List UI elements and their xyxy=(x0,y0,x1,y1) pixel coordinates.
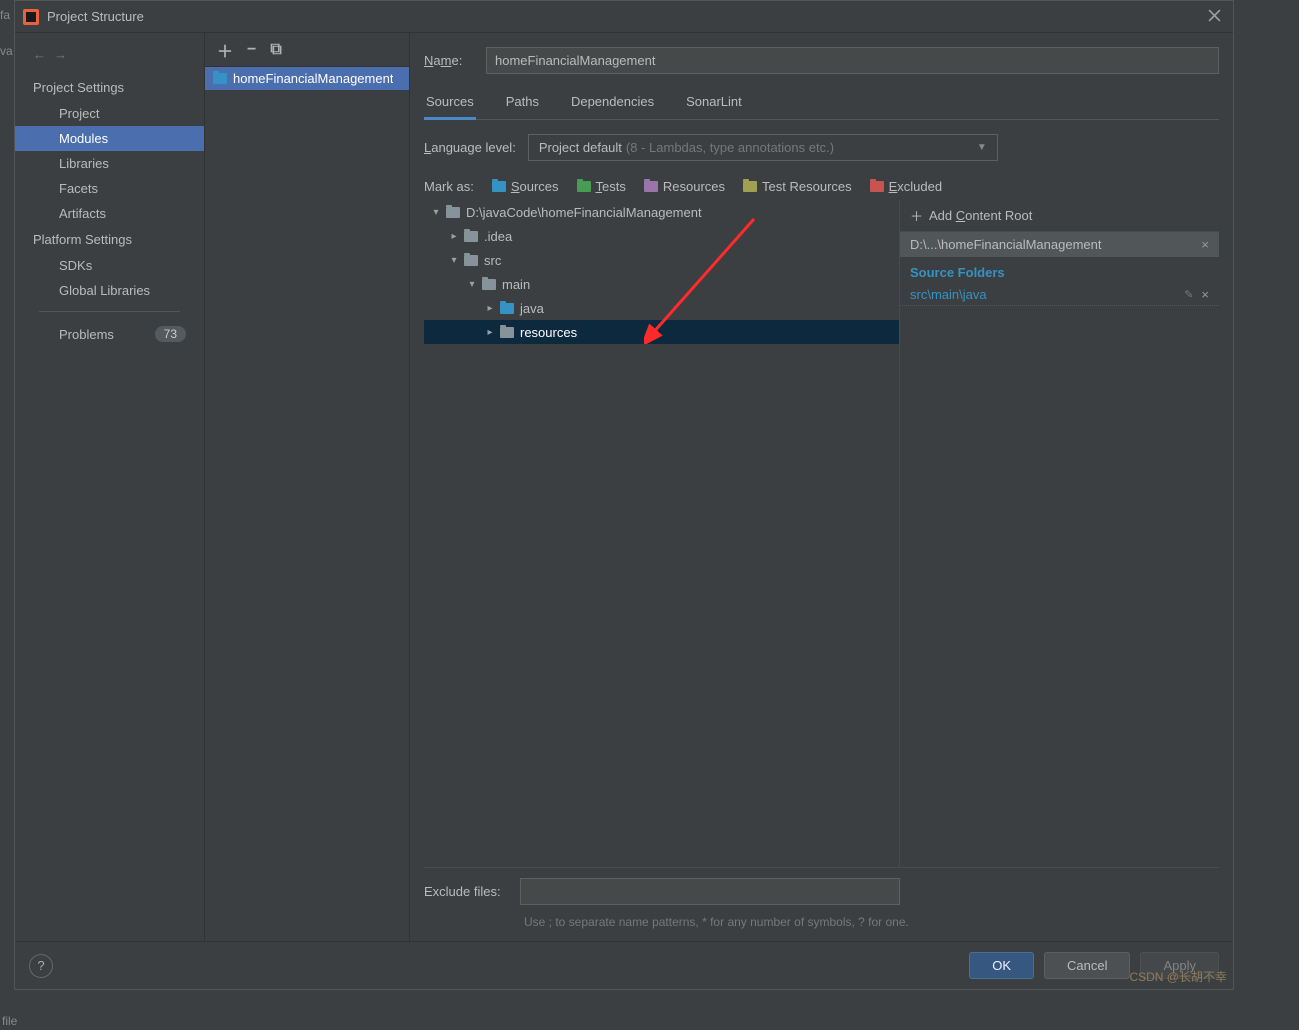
nav-artifacts[interactable]: Artifacts xyxy=(15,201,204,226)
tab-sonarlint[interactable]: SonarLint xyxy=(684,88,744,119)
remove-content-root-icon[interactable]: × xyxy=(1201,237,1209,252)
tree-label: .idea xyxy=(484,229,512,244)
name-input[interactable] xyxy=(486,47,1219,74)
edit-source-folder-icon[interactable]: ✎ xyxy=(1184,288,1193,301)
source-folder-row[interactable]: src\main\java ✎ × xyxy=(900,284,1219,306)
tests-folder-icon xyxy=(577,181,591,192)
nav-project[interactable]: Project xyxy=(15,101,204,126)
module-item-home[interactable]: homeFinancialManagement xyxy=(205,67,409,90)
tree-row-java[interactable]: ▸ java xyxy=(424,296,899,320)
module-list-panel: ＋ − ⧉ homeFinancialManagement xyxy=(205,33,410,941)
name-label: Name: xyxy=(424,53,474,68)
tree-row-src[interactable]: ▾ src xyxy=(424,248,899,272)
tree-label: main xyxy=(502,277,530,292)
folder-icon xyxy=(482,279,496,290)
tree-row-idea[interactable]: ▸ .idea xyxy=(424,224,899,248)
source-folder-path: src\main\java xyxy=(910,287,987,302)
sources-folder-icon xyxy=(492,181,506,192)
nav-global-libraries[interactable]: Global Libraries xyxy=(15,278,204,303)
problems-count-badge: 73 xyxy=(155,326,186,342)
close-icon[interactable] xyxy=(1204,5,1225,29)
dialog-title: Project Structure xyxy=(47,9,144,24)
mark-test-resources[interactable]: Test Resources xyxy=(743,179,852,194)
language-level-value: Project default xyxy=(539,140,622,155)
module-name: homeFinancialManagement xyxy=(233,71,393,86)
nav-problems[interactable]: Problems 73 xyxy=(15,320,204,348)
module-tabs: Sources Paths Dependencies SonarLint xyxy=(424,88,1219,120)
section-project-settings: Project Settings xyxy=(15,74,204,101)
nav-modules[interactable]: Modules xyxy=(15,126,204,151)
nav-forward-icon[interactable]: → xyxy=(54,47,67,62)
tab-sources[interactable]: Sources xyxy=(424,88,476,119)
tab-paths[interactable]: Paths xyxy=(504,88,541,119)
mark-sources[interactable]: Sources xyxy=(492,179,559,194)
exclude-files-label: Exclude files: xyxy=(424,884,510,899)
tree-row-root[interactable]: ▾ D:\javaCode\homeFinancialManagement xyxy=(424,200,899,224)
add-content-root-button[interactable]: ＋ Add Content Root xyxy=(900,200,1219,232)
mark-as-label: Mark as: xyxy=(424,179,474,194)
plus-icon: ＋ xyxy=(910,206,923,225)
resources-folder-icon xyxy=(644,181,658,192)
copy-module-icon[interactable]: ⧉ xyxy=(270,41,281,59)
add-module-icon[interactable]: ＋ xyxy=(217,38,233,62)
language-level-label: Language level: xyxy=(424,140,516,155)
folder-icon xyxy=(464,255,478,266)
folder-icon xyxy=(464,231,478,242)
nav-back-icon[interactable]: ← xyxy=(33,47,46,62)
source-folders-header: Source Folders xyxy=(900,257,1219,284)
tree-row-main[interactable]: ▾ main xyxy=(424,272,899,296)
folder-icon xyxy=(446,207,460,218)
exclude-files-input[interactable] xyxy=(520,878,900,905)
tree-label: java xyxy=(520,301,544,316)
test-resources-folder-icon xyxy=(743,181,757,192)
tree-label: D:\javaCode\homeFinancialManagement xyxy=(466,205,702,220)
folder-icon xyxy=(500,327,514,338)
sidebar: ← → Project Settings Project Modules Lib… xyxy=(15,33,205,941)
mark-resources[interactable]: Resources xyxy=(644,179,725,194)
language-level-select[interactable]: Project default (8 - Lambdas, type annot… xyxy=(528,134,998,161)
app-icon xyxy=(23,9,39,25)
help-icon[interactable]: ? xyxy=(29,954,53,978)
mark-tests[interactable]: Tests xyxy=(577,179,626,194)
content-roots-panel: ＋ Add Content Root D:\...\homeFinancialM… xyxy=(899,200,1219,867)
truncated-editor-text: file xyxy=(2,1014,17,1028)
chevron-down-icon: ▼ xyxy=(977,142,987,153)
content-root-path: D:\...\homeFinancialManagement xyxy=(910,237,1101,252)
titlebar: Project Structure xyxy=(15,1,1233,33)
language-level-hint: (8 - Lambdas, type annotations etc.) xyxy=(626,140,834,155)
excluded-folder-icon xyxy=(870,181,884,192)
tree-label: resources xyxy=(520,325,577,340)
main-panel: Name: Sources Paths Dependencies SonarLi… xyxy=(410,33,1233,941)
tree-row-resources[interactable]: ▸ resources xyxy=(424,320,899,344)
watermark: CSDN @长胡不幸 xyxy=(1129,968,1227,985)
tab-dependencies[interactable]: Dependencies xyxy=(569,88,656,119)
nav-libraries[interactable]: Libraries xyxy=(15,151,204,176)
module-folder-icon xyxy=(213,73,227,84)
exclude-files-hint: Use ; to separate name patterns, * for a… xyxy=(424,915,1024,941)
mark-excluded[interactable]: Excluded xyxy=(870,179,942,194)
remove-module-icon[interactable]: − xyxy=(247,41,256,59)
cancel-button[interactable]: Cancel xyxy=(1044,952,1130,979)
nav-sdks[interactable]: SDKs xyxy=(15,253,204,278)
content-root-path-row[interactable]: D:\...\homeFinancialManagement × xyxy=(900,232,1219,257)
section-platform-settings: Platform Settings xyxy=(15,226,204,253)
sources-folder-icon xyxy=(500,303,514,314)
tree-label: src xyxy=(484,253,501,268)
problems-label: Problems xyxy=(59,327,114,342)
remove-source-folder-icon[interactable]: × xyxy=(1201,287,1209,302)
nav-facets[interactable]: Facets xyxy=(15,176,204,201)
ok-button[interactable]: OK xyxy=(969,952,1034,979)
source-tree[interactable]: ▾ D:\javaCode\homeFinancialManagement ▸ … xyxy=(424,200,899,867)
dialog-footer: ? OK Cancel Apply xyxy=(15,941,1233,989)
